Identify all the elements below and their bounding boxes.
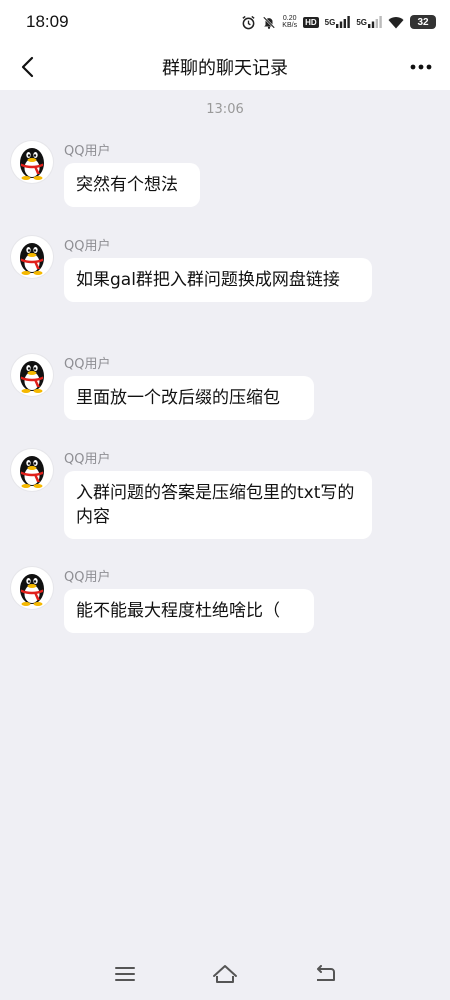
nav-home-button[interactable] [211,960,239,988]
nav-back-button[interactable] [311,960,339,988]
qq-penguin-icon [20,574,44,606]
sender-name: QQ用户 [64,144,111,159]
status-time: 18:09 [26,12,69,31]
back-arrow-icon [317,965,335,981]
signal-sim1: 5G [325,16,351,28]
qq-penguin-icon [20,148,44,180]
signal-bars-icon [368,16,382,28]
sim1-network-label: 5G [324,17,336,27]
wifi-icon [388,16,404,29]
avatar[interactable] [11,567,53,609]
sender-name: QQ用户 [64,570,111,585]
message-bubble[interactable]: 如果gal群把入群问题换成网盘链接 [64,258,372,302]
sender-name: QQ用户 [64,239,111,254]
message-timestamp: 13:06 [206,102,244,117]
status-bar: 18:09 0.20 KB/s HD 5G 5G 32 [0,0,450,44]
net-speed-unit: KB/s [282,22,298,29]
net-speed-indicator: 0.20 KB/s [282,15,297,29]
home-icon [213,965,237,983]
message-bubble[interactable]: 突然有个想法 [64,163,200,207]
more-options-button[interactable] [404,50,438,84]
hd-label: HD [303,16,319,28]
system-navigation-bar [0,948,450,1000]
signal-bars-icon [336,16,351,28]
signal-sim2: 5G [356,16,382,28]
message-bubble[interactable]: 入群问题的答案是压缩包里的txt写的内容 [64,471,372,539]
alarm-icon [241,15,256,30]
hd-badge: HD [303,16,319,28]
chat-header: 群聊的聊天记录 [0,44,450,90]
avatar[interactable] [11,141,53,183]
mute-bell-icon [262,15,276,30]
avatar[interactable] [11,449,53,491]
sender-name: QQ用户 [64,357,111,372]
more-dots-icon [410,64,432,70]
message-bubble[interactable]: 里面放一个改后缀的压缩包 [64,376,314,420]
page-title: 群聊的聊天记录 [162,58,288,79]
battery-icon: 32 [410,15,436,29]
net-speed-value: 0.20 [282,15,297,22]
avatar[interactable] [11,236,53,278]
battery-level: 32 [417,16,429,28]
status-icons: 0.20 KB/s HD 5G 5G 32 [241,13,436,31]
qq-penguin-icon [20,243,44,275]
sim2-network-label: 5G [356,17,367,27]
qq-penguin-icon [20,361,44,393]
message-bubble[interactable]: 能不能最大程度杜绝啥比（ [64,589,314,633]
nav-menu-button[interactable] [111,960,139,988]
menu-icon [115,967,135,981]
qq-penguin-icon [20,456,44,488]
sender-name: QQ用户 [64,452,111,467]
avatar[interactable] [11,354,53,396]
